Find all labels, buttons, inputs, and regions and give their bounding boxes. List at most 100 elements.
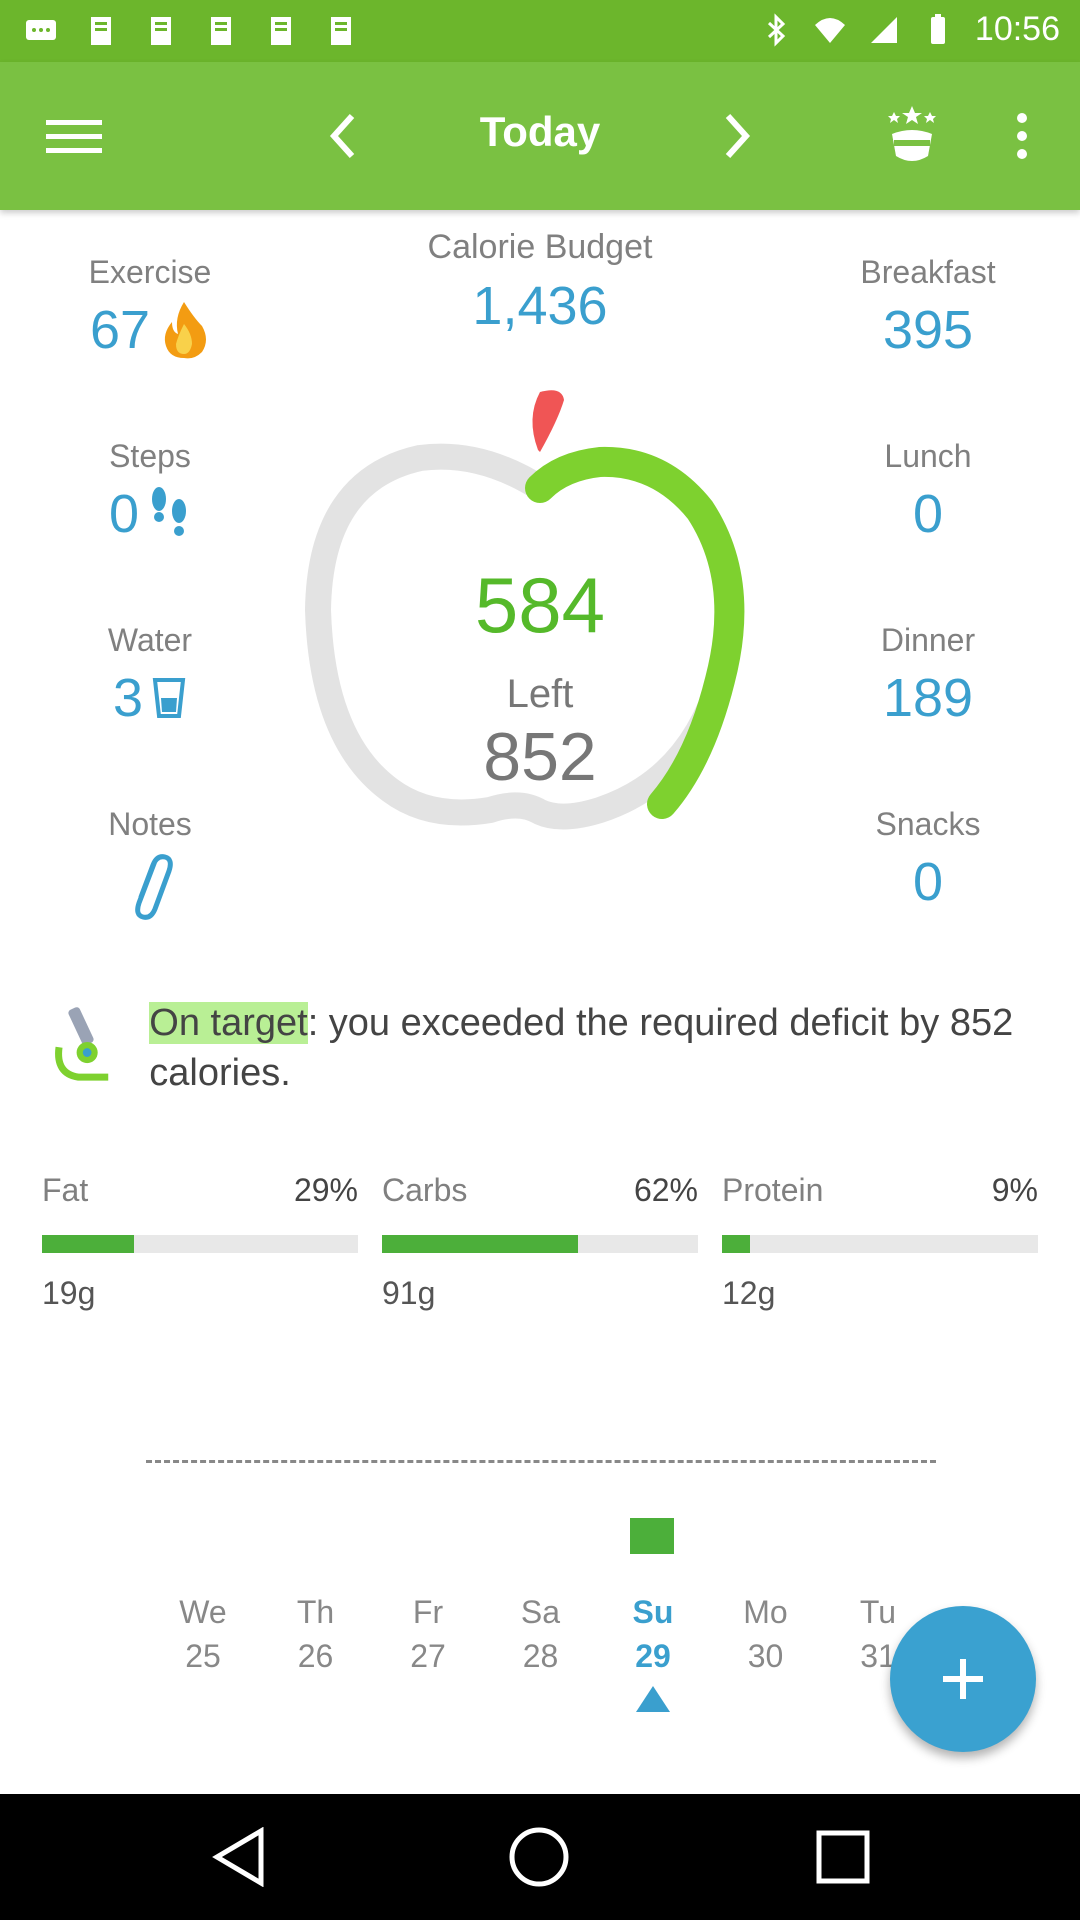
calorie-budget-label: Calorie Budget [427,228,653,266]
macro-grams: 12g [722,1275,776,1311]
more-options-button[interactable] [984,98,1060,174]
signal-icon [870,16,897,43]
message-icon [26,20,56,40]
week-day-name: Th [296,1594,335,1630]
week-day-name: Sa [520,1594,561,1630]
target-message: On target: you exceeded the required def… [52,998,1042,1098]
week-day-name: Fr [412,1594,444,1630]
day-bar[interactable] [630,1518,674,1554]
calorie-budget[interactable]: Calorie Budget 1,436 [390,228,690,337]
macro-name: Fat [42,1172,89,1208]
battery-icon [930,13,945,44]
water-value: 3 [112,668,144,728]
selected-day-marker [636,1686,670,1712]
home-button[interactable] [506,1824,572,1890]
lunch-value: 0 [912,484,944,544]
snacks-stat[interactable]: Snacks 0 [798,806,1058,913]
achievements-button[interactable] [874,98,950,174]
exercise-stat[interactable]: Exercise 67 [20,254,280,361]
dinner-stat[interactable]: Dinner 189 [798,622,1058,729]
water-label: Water [107,622,193,658]
bluetooth-icon [767,12,786,47]
week-day[interactable]: Th 26 [271,1590,361,1678]
macro-grams: 19g [42,1275,96,1311]
macro-bar-fill [42,1235,134,1253]
status-time: 10:56 [974,10,1060,48]
steps-stat[interactable]: Steps 0 [20,438,280,545]
macro-name: Carbs [382,1172,468,1208]
macro-bar [722,1235,1038,1253]
breakfast-stat[interactable]: Breakfast 395 [798,254,1058,361]
system-icons: 10:56 [759,10,1060,49]
macro-protein[interactable]: Protein 9% 12g [722,1172,1038,1312]
snacks-value: 0 [912,852,944,912]
calorie-budget-value: 1,436 [472,276,608,336]
notification-icons [24,14,358,48]
microscope-icon [55,1007,109,1081]
achievement-icon [888,106,936,161]
add-button[interactable] [890,1606,1036,1752]
week-day[interactable]: Sa 28 [496,1590,586,1678]
macro-percent: 29% [293,1172,358,1208]
back-button[interactable] [206,1824,272,1890]
recents-icon [816,1830,870,1884]
paperclip-icon [135,854,173,920]
steps-label: Steps [109,438,191,474]
lunch-label: Lunch [884,438,972,474]
recents-button[interactable] [810,1824,876,1890]
week-day-date: 28 [522,1638,559,1674]
breakfast-label: Breakfast [860,254,996,290]
chevron-right-icon [725,113,751,159]
left-calories: 852 [483,719,597,795]
notes-stat[interactable]: Notes [20,806,280,923]
wifi-icon [814,17,845,43]
dinner-value: 189 [882,668,974,728]
target-highlight: On target [149,1002,308,1044]
next-day-button[interactable] [698,98,774,174]
notification-icon [151,17,171,45]
macro-percent: 62% [633,1172,698,1208]
exercise-label: Exercise [88,254,212,290]
dinner-label: Dinner [880,622,976,658]
week-day[interactable]: Su 29 [608,1590,698,1678]
more-vert-icon [1017,113,1027,159]
macro-bar [42,1235,358,1253]
macro-name: Protein [722,1172,824,1208]
macro-bar-fill [722,1235,751,1253]
exercise-value: 67 [89,300,151,360]
snacks-label: Snacks [875,806,981,842]
app-bar: Today [0,62,1080,210]
target-text: On target: you exceeded the required def… [149,998,1042,1098]
notification-icon [91,17,111,45]
notification-icon [331,17,351,45]
footsteps-icon [152,487,187,536]
week-day-date: 25 [185,1638,221,1674]
week-day-name: We [179,1594,227,1630]
macro-carbs[interactable]: Carbs 62% 91g [382,1172,698,1312]
week-day-date: 29 [635,1638,671,1674]
consumed-calories: 584 [474,561,606,649]
notes-label: Notes [108,806,192,842]
lunch-stat[interactable]: Lunch 0 [798,438,1058,545]
macro-percent: 9% [991,1172,1038,1208]
week-day[interactable]: Fr 27 [383,1590,473,1678]
apple-leaf-icon [532,390,564,452]
home-icon [509,1827,569,1887]
week-day[interactable]: Mo 30 [721,1590,811,1678]
left-label: Left [506,672,574,716]
macro-grams: 91g [382,1275,436,1311]
macro-fat[interactable]: Fat 29% 19g [42,1172,358,1312]
flame-icon [164,302,207,359]
plus-icon [943,1659,983,1699]
breakfast-value: 395 [882,300,974,360]
week-day[interactable]: We 25 [158,1590,248,1678]
steps-value: 0 [108,484,140,544]
macro-bar [382,1235,698,1253]
back-icon [212,1827,264,1887]
week-day-name: Su [632,1594,674,1630]
week-day-date: 30 [747,1638,784,1674]
week-day-date: 26 [297,1638,334,1674]
water-stat[interactable]: Water 3 [20,622,280,729]
week-day-name: Mo [743,1594,788,1630]
macro-bar-fill [382,1235,578,1253]
